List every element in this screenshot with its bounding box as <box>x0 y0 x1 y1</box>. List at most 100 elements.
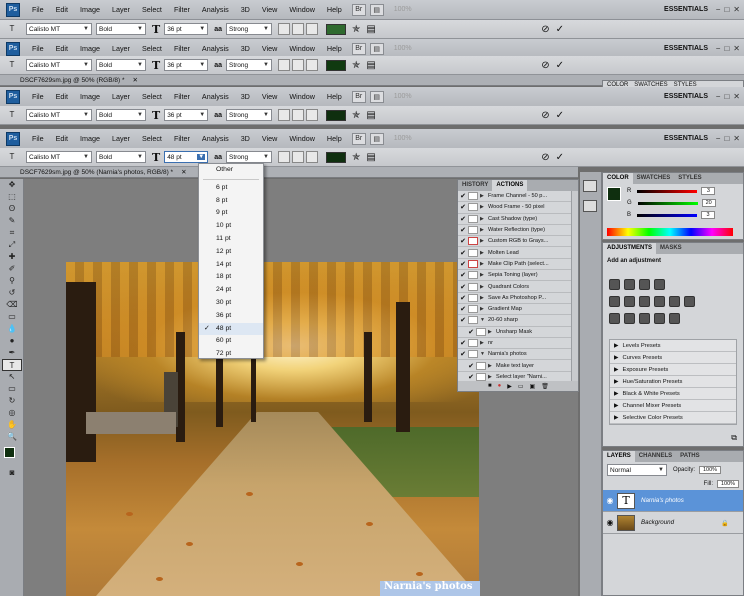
tab-paths[interactable]: PATHS <box>676 451 703 462</box>
align-center-button[interactable] <box>291 59 304 71</box>
close-tab-icon[interactable]: ✕ <box>181 168 186 176</box>
character-panel-icon[interactable]: ▤ <box>366 60 375 71</box>
dialog-toggle-icon[interactable] <box>468 293 478 302</box>
menu-file[interactable]: File <box>26 134 50 143</box>
fill-input[interactable]: 100% <box>717 480 739 488</box>
preset-item[interactable]: ▶ Curves Presets <box>610 352 736 364</box>
foreground-color-swatch[interactable] <box>4 447 15 458</box>
blue-slider[interactable] <box>637 213 698 217</box>
cancel-icon[interactable]: ⊘ <box>541 60 549 71</box>
bridge-icon[interactable]: Br <box>351 90 366 103</box>
quick-mask-icon[interactable]: ◙ <box>2 467 22 479</box>
zoom-level[interactable]: 100% <box>394 93 412 100</box>
history-panel-icon[interactable] <box>583 180 597 192</box>
menu-layer[interactable]: Layer <box>106 5 136 14</box>
anti-alias-select[interactable]: Strong ▼ <box>225 151 272 163</box>
brush-tool-icon[interactable]: ✐ <box>2 263 22 275</box>
vibrance-icon[interactable] <box>609 296 620 307</box>
font-size-option[interactable]: 8 pt <box>199 195 263 208</box>
menu-file[interactable]: File <box>26 5 50 14</box>
preset-item[interactable]: ▶ Exposure Presets <box>610 364 736 376</box>
menu-window[interactable]: Window <box>283 44 321 53</box>
font-family-select[interactable]: Calisto MT ▼ <box>26 59 92 71</box>
pen-tool-icon[interactable]: ✒ <box>2 347 22 359</box>
eraser-tool-icon[interactable]: ⌫ <box>2 299 22 311</box>
action-row[interactable]: ✔ ▶ Sepia Toning (layer) <box>458 270 571 282</box>
invert-icon[interactable] <box>609 313 620 324</box>
minimize-icon[interactable]: − <box>716 44 721 53</box>
move-tool-icon[interactable]: ✥ <box>2 179 22 191</box>
shape-tool-icon[interactable]: ▭ <box>2 383 22 395</box>
font-size-option[interactable]: 9 pt <box>199 207 263 220</box>
tab-history[interactable]: HISTORY <box>458 180 492 191</box>
font-size-select[interactable]: 36 pt ▼ <box>164 109 209 121</box>
bridge-icon[interactable]: Br <box>351 132 366 145</box>
dialog-toggle-icon[interactable] <box>468 248 478 257</box>
path-select-tool-icon[interactable]: ↖ <box>2 371 22 383</box>
expand-triangle-icon[interactable]: ▶ <box>488 374 496 380</box>
expand-triangle-icon[interactable]: ▶ <box>480 216 488 222</box>
gradient-map-icon[interactable] <box>654 313 665 324</box>
check-icon[interactable]: ✔ <box>458 294 468 302</box>
workspace-switcher[interactable]: ESSENTIALS <box>664 45 708 52</box>
workspace-switcher[interactable]: ESSENTIALS <box>664 135 708 142</box>
dialog-toggle-icon[interactable] <box>468 214 478 223</box>
expand-triangle-icon[interactable]: ▶ <box>480 204 488 210</box>
font-size-option[interactable]: 18 pt <box>199 271 263 284</box>
layer-row[interactable]: ◉ Background 🔒 <box>603 512 743 534</box>
color-swatches[interactable] <box>0 443 23 467</box>
menu-layer[interactable]: Layer <box>106 134 136 143</box>
align-right-button[interactable] <box>305 151 318 163</box>
menu-image[interactable]: Image <box>74 44 106 53</box>
cancel-icon[interactable]: ⊘ <box>541 24 549 35</box>
photo-filter-icon[interactable] <box>669 296 680 307</box>
zoom-level[interactable]: 100% <box>394 135 412 142</box>
menu-filter[interactable]: Filter <box>168 5 196 14</box>
align-center-button[interactable] <box>291 109 304 121</box>
warp-text-icon[interactable]: ✯ <box>352 152 360 163</box>
anti-alias-select[interactable]: Strong ▼ <box>225 109 272 121</box>
menu-view[interactable]: View <box>256 92 283 101</box>
character-panel-icon[interactable]: ▤ <box>366 24 375 35</box>
lasso-tool-icon[interactable]: ʘ <box>2 203 22 215</box>
expand-triangle-icon[interactable]: ▶ <box>480 295 488 301</box>
menu-help[interactable]: Help <box>321 44 348 53</box>
clip-to-layer-icon[interactable]: ⧉ <box>731 433 737 443</box>
anti-alias-select[interactable]: Strong ▼ <box>225 59 272 71</box>
font-size-option[interactable]: 60 pt <box>199 335 263 348</box>
dodge-tool-icon[interactable]: ● <box>2 335 22 347</box>
warp-text-icon[interactable]: ✯ <box>352 24 360 35</box>
warp-text-icon[interactable]: ✯ <box>352 110 360 121</box>
text-color-swatch[interactable] <box>325 59 346 71</box>
opacity-input[interactable]: 100% <box>699 466 722 474</box>
tab-swatches[interactable]: SWATCHES <box>633 173 675 184</box>
font-size-option[interactable]: 10 pt <box>199 220 263 233</box>
minimize-icon[interactable]: − <box>716 92 721 101</box>
preset-item[interactable]: ▶ Hue/Saturation Presets <box>610 376 736 388</box>
menu-window[interactable]: Window <box>283 92 321 101</box>
commit-icon[interactable]: ✓ <box>556 24 564 35</box>
new-action-icon[interactable]: ▣ <box>530 383 536 390</box>
commit-icon[interactable]: ✓ <box>556 60 564 71</box>
menu-3d[interactable]: 3D <box>235 92 256 101</box>
check-icon[interactable]: ✔ <box>458 215 468 223</box>
commit-icon[interactable]: ✓ <box>556 152 564 163</box>
dialog-toggle-icon[interactable] <box>476 361 486 370</box>
font-size-option-selected[interactable]: ✓ 48 pt <box>199 322 263 336</box>
menu-window[interactable]: Window <box>283 134 321 143</box>
quick-select-tool-icon[interactable]: ✎ <box>2 215 22 227</box>
dialog-toggle-icon[interactable] <box>468 192 478 201</box>
dialog-toggle-icon[interactable] <box>468 339 478 347</box>
zoom-level[interactable]: 100% <box>394 45 412 52</box>
dialog-toggle-icon[interactable] <box>468 226 478 235</box>
font-size-option[interactable]: 6 pt <box>199 182 263 195</box>
type-tool-icon[interactable]: T <box>2 359 22 371</box>
action-row[interactable]: ✔ ▼ Narnia's photos <box>458 349 571 361</box>
close-icon[interactable]: ✕ <box>733 134 740 143</box>
action-row[interactable]: ✔ ▼ 20-60 sharp <box>458 315 571 327</box>
expand-triangle-icon[interactable]: ▶ <box>488 363 496 369</box>
menu-layer[interactable]: Layer <box>106 92 136 101</box>
font-family-select[interactable]: Calisto MT ▼ <box>26 23 92 35</box>
tab-channels[interactable]: CHANNELS <box>635 451 676 462</box>
menu-view[interactable]: View <box>256 5 283 14</box>
